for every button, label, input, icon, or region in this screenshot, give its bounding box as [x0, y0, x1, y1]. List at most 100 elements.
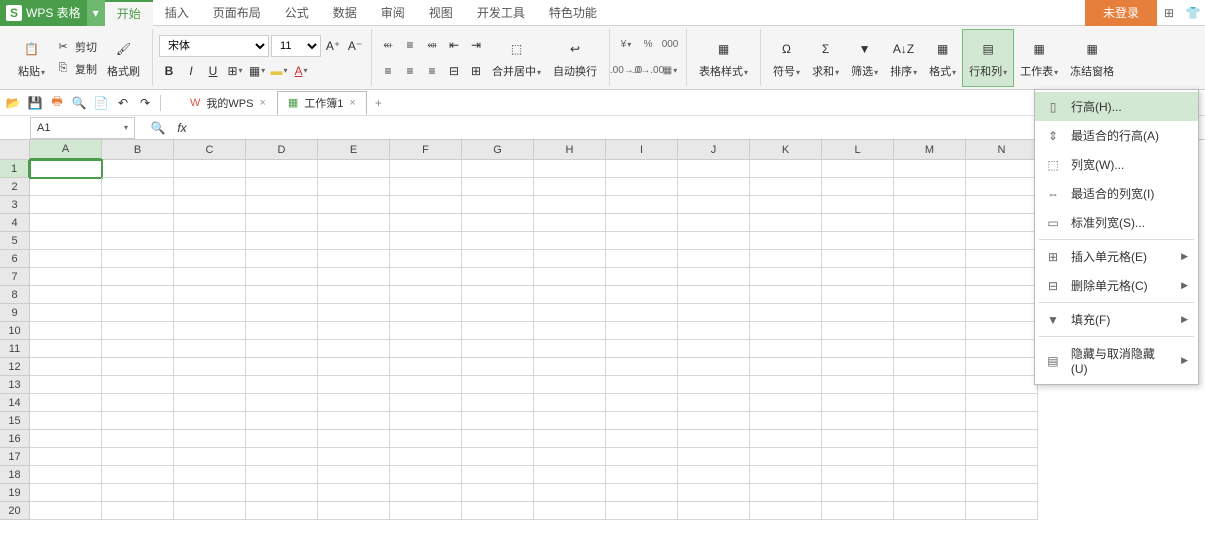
cell[interactable]: [750, 160, 822, 178]
cell[interactable]: [678, 340, 750, 358]
number-format-icon[interactable]: ▦▾: [660, 61, 680, 81]
orientation-icon[interactable]: ⊞: [466, 61, 486, 81]
settings-icon[interactable]: ⊞: [1157, 0, 1181, 26]
cell[interactable]: [462, 502, 534, 520]
cell[interactable]: [894, 430, 966, 448]
cell[interactable]: [966, 358, 1038, 376]
cell[interactable]: [318, 322, 390, 340]
menu-tab-start[interactable]: 开始: [105, 0, 153, 26]
copy-button[interactable]: ⎘复制: [51, 59, 101, 79]
cell[interactable]: [606, 376, 678, 394]
font-size-select[interactable]: 11: [271, 35, 321, 57]
cell[interactable]: [390, 304, 462, 322]
cell[interactable]: [750, 340, 822, 358]
cell[interactable]: [390, 322, 462, 340]
cell[interactable]: [462, 484, 534, 502]
cell[interactable]: [678, 250, 750, 268]
cell[interactable]: [894, 394, 966, 412]
cell[interactable]: [966, 268, 1038, 286]
format-painter-button[interactable]: 🖌 格式刷: [101, 29, 146, 87]
col-header[interactable]: M: [894, 140, 966, 160]
menu-tab-view[interactable]: 视图: [417, 0, 465, 26]
cell[interactable]: [246, 304, 318, 322]
cell[interactable]: [102, 412, 174, 430]
cell[interactable]: [390, 358, 462, 376]
cell-grid[interactable]: [30, 160, 1038, 520]
row-header[interactable]: 4: [0, 214, 30, 232]
cell[interactable]: [318, 268, 390, 286]
cell[interactable]: [174, 412, 246, 430]
cell[interactable]: [246, 322, 318, 340]
login-button[interactable]: 未登录: [1085, 0, 1157, 26]
cell[interactable]: [678, 502, 750, 520]
cell[interactable]: [750, 502, 822, 520]
cell[interactable]: [174, 430, 246, 448]
cell[interactable]: [390, 502, 462, 520]
cell[interactable]: [462, 160, 534, 178]
format-button[interactable]: ▦ 格式▾: [923, 29, 962, 87]
cell[interactable]: [390, 286, 462, 304]
cell[interactable]: [534, 502, 606, 520]
cell[interactable]: [606, 214, 678, 232]
cell[interactable]: [966, 376, 1038, 394]
comma-icon[interactable]: 000: [660, 35, 680, 55]
cell[interactable]: [30, 214, 102, 232]
cell[interactable]: [462, 340, 534, 358]
cell[interactable]: [534, 286, 606, 304]
italic-button[interactable]: I: [181, 61, 201, 81]
cell[interactable]: [102, 502, 174, 520]
cell[interactable]: [30, 394, 102, 412]
cell[interactable]: [822, 286, 894, 304]
cell[interactable]: [390, 430, 462, 448]
cell[interactable]: [462, 322, 534, 340]
cell[interactable]: [822, 196, 894, 214]
cell[interactable]: [750, 430, 822, 448]
cell[interactable]: [678, 268, 750, 286]
cell[interactable]: [822, 394, 894, 412]
cell[interactable]: [822, 358, 894, 376]
cell[interactable]: [174, 214, 246, 232]
align-right-icon[interactable]: ≡: [422, 61, 442, 81]
paste-button[interactable]: 📋 粘贴▾: [12, 29, 51, 87]
pdf-icon[interactable]: 📄: [92, 94, 110, 112]
row-header[interactable]: 5: [0, 232, 30, 250]
cell[interactable]: [174, 304, 246, 322]
cell[interactable]: [750, 250, 822, 268]
decrease-decimal-icon[interactable]: .0→.00: [638, 61, 658, 81]
row-header[interactable]: 11: [0, 340, 30, 358]
cell[interactable]: [390, 376, 462, 394]
cell[interactable]: [750, 268, 822, 286]
cell[interactable]: [30, 448, 102, 466]
cell[interactable]: [606, 178, 678, 196]
cell[interactable]: [102, 250, 174, 268]
align-middle-icon[interactable]: ≡: [400, 35, 420, 55]
cell[interactable]: [534, 412, 606, 430]
cell[interactable]: [30, 196, 102, 214]
cell[interactable]: [246, 502, 318, 520]
cell[interactable]: [318, 286, 390, 304]
dropdown-item[interactable]: ▯行高(H)...: [1035, 92, 1198, 121]
cell[interactable]: [318, 430, 390, 448]
cell[interactable]: [822, 160, 894, 178]
cell[interactable]: [534, 358, 606, 376]
align-top-icon[interactable]: ⬴: [378, 35, 398, 55]
row-header[interactable]: 16: [0, 430, 30, 448]
cell[interactable]: [822, 340, 894, 358]
row-header[interactable]: 8: [0, 286, 30, 304]
cell[interactable]: [246, 394, 318, 412]
cell[interactable]: [966, 286, 1038, 304]
cell[interactable]: [606, 250, 678, 268]
cell[interactable]: [174, 340, 246, 358]
cell[interactable]: [246, 358, 318, 376]
font-color-button[interactable]: A▾: [291, 61, 311, 81]
worksheet-button[interactable]: ▦ 工作表▾: [1014, 29, 1064, 87]
cell[interactable]: [894, 358, 966, 376]
cell[interactable]: [678, 160, 750, 178]
search-icon[interactable]: 🔍: [149, 119, 167, 137]
cell[interactable]: [966, 214, 1038, 232]
cell[interactable]: [822, 232, 894, 250]
cell[interactable]: [246, 268, 318, 286]
cell[interactable]: [606, 484, 678, 502]
dropdown-item[interactable]: ⬚列宽(W)...: [1035, 150, 1198, 179]
cell[interactable]: [102, 232, 174, 250]
